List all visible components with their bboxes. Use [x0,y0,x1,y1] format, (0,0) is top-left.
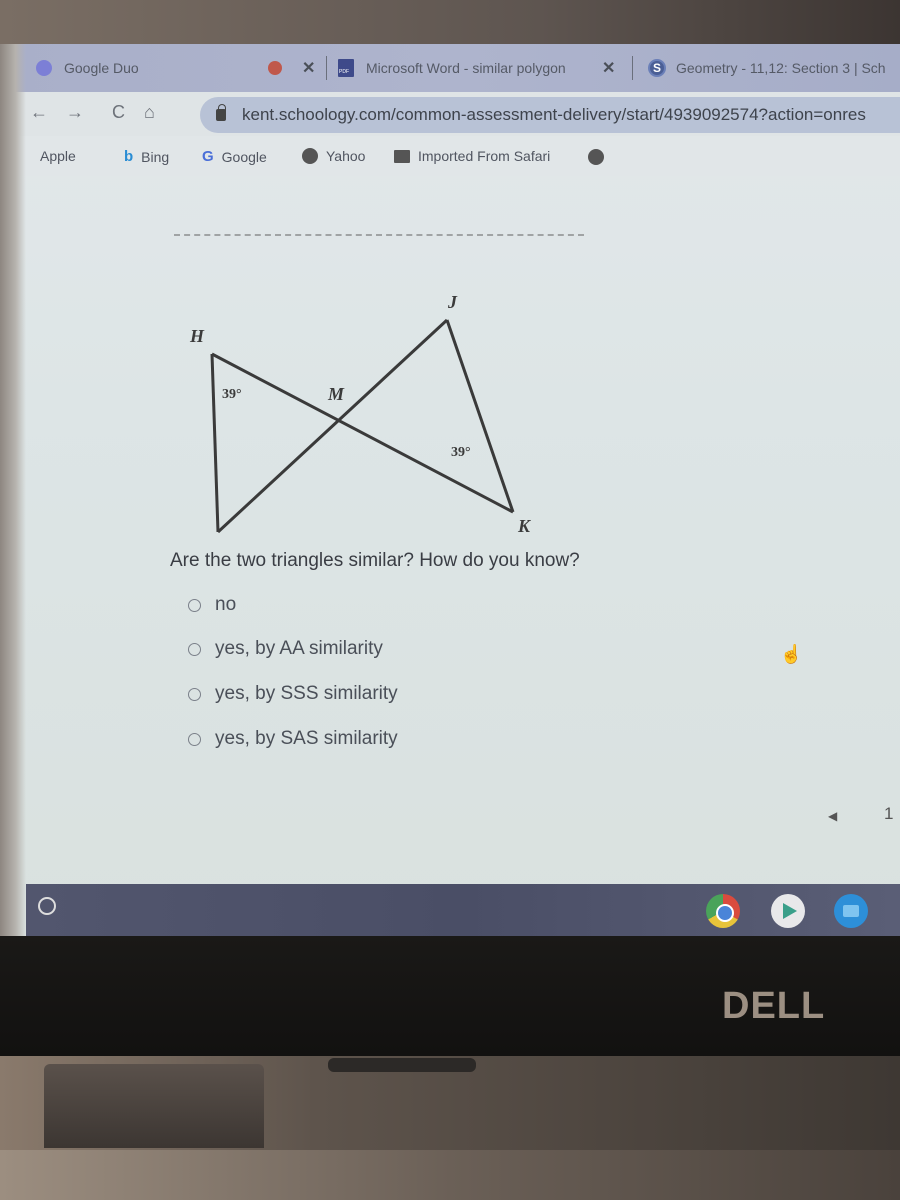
laptop-top-bezel [0,0,900,44]
triangle-figure: H J M G K 39° 39° [189,292,532,536]
radio-button[interactable] [188,642,201,656]
close-tab-button[interactable]: ✕ [602,58,615,78]
vertex-label-M: M [327,384,345,404]
radio-button[interactable] [188,732,201,746]
folder-icon [394,149,410,163]
segment-HG [210,353,220,533]
vertex-label-J: J [447,292,458,312]
laptop-hinge [44,1064,264,1148]
bookmark-label: Imported From Safari [418,148,551,164]
chromeos-shelf [26,884,900,936]
tab-title: Google Duo [64,60,139,76]
url-text: kent.schoology.com/common-assessment-del… [242,105,866,124]
angle-label-H: 39° [222,387,242,402]
tab-title: Geometry - 11,12: Section 3 | Sch [676,60,886,76]
option-label: no [215,594,237,615]
home-button[interactable]: ⌂ [144,102,155,123]
bookmark-imported-from-safari[interactable]: Imported From Safari [394,148,550,164]
angle-label-K: 39° [451,445,471,460]
bookmark-label: Google [221,148,267,165]
globe-icon [302,148,318,164]
option-sss-similarity[interactable]: yes, by SSS similarity [188,683,398,705]
question-prompt: Are the two triangles similar? How do yo… [170,550,580,571]
forward-button[interactable]: → [66,102,84,123]
bookmark-label: Bing [141,148,170,165]
files-icon[interactable] [834,894,868,928]
radio-button[interactable] [188,687,201,701]
tab-word-pdf[interactable]: Microsoft Word - similar polygon [338,44,566,92]
tab-separator [632,56,633,80]
option-no[interactable]: no [188,594,236,616]
play-store-icon[interactable] [771,894,805,928]
vertex-label-H: H [189,326,205,346]
schoology-icon: S [648,59,666,77]
screen-left-edge [0,44,26,936]
close-tab-button[interactable]: ✕ [302,58,315,78]
segment-GJ [216,318,449,534]
launcher-icon[interactable] [38,897,56,915]
reload-button[interactable]: C [112,102,125,123]
page-number[interactable]: 1 [884,804,893,824]
option-aa-similarity[interactable]: yes, by AA similarity [188,638,383,660]
tab-geometry[interactable]: S Geometry - 11,12: Section 3 | Sch [648,44,886,92]
tab-google-duo[interactable]: Google Duo [36,44,139,92]
tab-title: Microsoft Word - similar polygon [366,60,566,76]
laptop-base-edge [0,1150,900,1200]
dell-logo: DELL [722,985,826,1027]
lock-icon [216,104,226,121]
bookmarks-bar: Apple b Bing G Google Yahoo Imported Fro… [10,136,900,176]
recording-indicator-icon [268,61,282,75]
bezel-slot [328,1058,476,1072]
vertex-label-K: K [517,516,532,536]
bookmark-bing[interactable]: b Bing [124,148,169,165]
bookmark-apple[interactable]: Apple [32,148,76,164]
bing-icon: b [124,148,134,165]
browser-toolbar: ← → C ⌂ kent.schoology.com/common-assess… [10,92,900,136]
option-label: yes, by SSS similarity [215,683,398,704]
address-bar[interactable]: kent.schoology.com/common-assessment-del… [200,97,900,133]
bookmark-google[interactable]: G Google [202,148,267,165]
radio-button[interactable] [188,598,201,612]
chrome-icon[interactable] [706,894,740,928]
tab-strip: Google Duo ✕ Microsoft Word - similar po… [10,44,900,92]
option-label: yes, by AA similarity [215,638,383,659]
option-sas-similarity[interactable]: yes, by SAS similarity [188,728,398,750]
assessment-page: H J M G K 39° 39° Are the two triangles … [10,176,900,936]
back-button[interactable]: ← [30,102,48,123]
screen: Google Duo ✕ Microsoft Word - similar po… [0,44,900,936]
option-label: yes, by SAS similarity [215,728,398,749]
duo-icon [36,60,52,76]
hand-cursor-icon: ☝ [780,644,803,664]
bookmark-label: Yahoo [326,148,366,164]
globe-icon[interactable] [588,149,604,165]
bookmark-label: Apple [40,148,76,164]
google-icon: G [202,148,214,165]
bookmark-yahoo[interactable]: Yahoo [302,148,365,164]
tab-separator [326,56,327,80]
pdf-icon [338,59,354,77]
previous-page-button[interactable]: ◀ [828,809,837,823]
